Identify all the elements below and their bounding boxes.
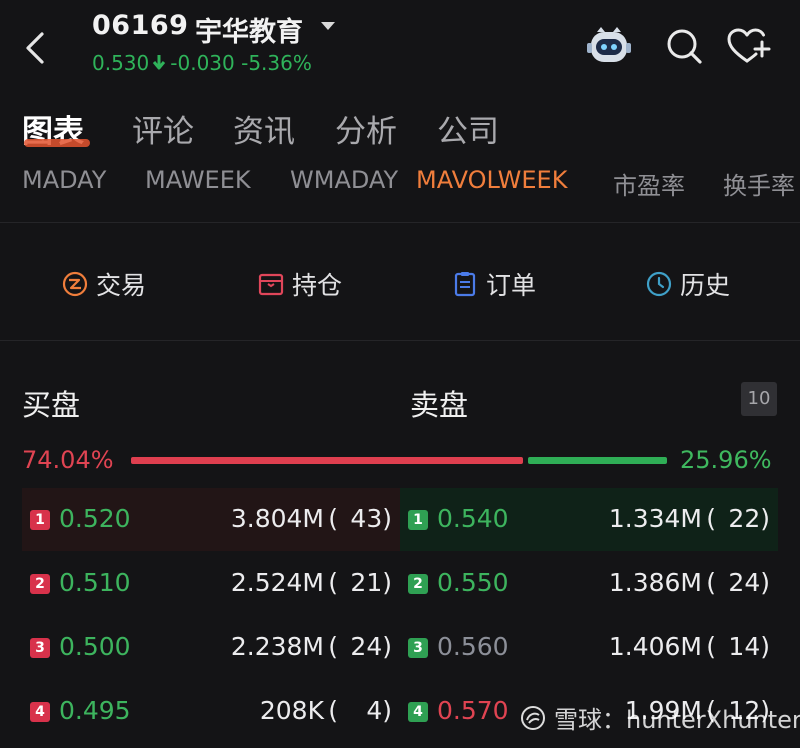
ask-level[interactable]: 3 0.560 1.406M ( 14) <box>400 616 778 679</box>
paren-open: ( <box>706 504 716 533</box>
ask-volume: 1.386M <box>608 568 702 597</box>
paren-open: ( <box>328 632 338 661</box>
ask-level-badge: 4 <box>408 702 428 722</box>
ask-ratio: 25.96% <box>680 446 772 474</box>
bid-count: 24) <box>350 632 392 661</box>
trade-button[interactable]: 交易 <box>62 266 146 302</box>
tab-analysis[interactable]: 分析 <box>335 106 397 151</box>
paren-open: ( <box>706 632 716 661</box>
indicator-tab-maweek[interactable]: MAWEEK <box>145 166 251 194</box>
bid-level-badge: 2 <box>30 574 50 594</box>
bid-price: 0.510 <box>59 568 131 597</box>
assistant-robot-icon[interactable] <box>585 26 633 66</box>
bid-level[interactable]: 2 0.510 2.524M ( 21) <box>22 552 400 615</box>
active-tab-indicator <box>24 139 90 147</box>
stock-switch-caret-icon[interactable] <box>321 22 335 30</box>
watermark: 雪球：hunterXhunter <box>520 700 800 735</box>
divider <box>0 340 800 341</box>
position-label: 持仓 <box>292 271 343 300</box>
bid-ratio: 74.04% <box>22 446 114 474</box>
order-book-row: 3 0.500 2.238M ( 24) 3 0.560 1.406M ( 14… <box>22 616 778 679</box>
down-arrow-icon <box>152 51 166 75</box>
paren-open: ( <box>328 504 338 533</box>
bid-volume: 2.238M <box>230 632 324 661</box>
last-price: 0.530 <box>92 51 150 75</box>
indicator-tab-turnover[interactable]: 换手率 <box>723 166 800 201</box>
ask-price: 0.570 <box>437 696 509 725</box>
search-icon[interactable] <box>664 26 704 66</box>
ask-level[interactable]: 1 0.540 1.334M ( 22) <box>400 488 778 551</box>
snowball-logo-icon <box>521 705 545 730</box>
paren-open: ( <box>328 568 338 597</box>
bid-level[interactable]: 1 0.520 3.804M ( 43) <box>22 488 400 551</box>
bid-title: 买盘 <box>22 388 81 422</box>
bid-price: 0.495 <box>59 696 131 725</box>
indicator-tab-mavolweek[interactable]: MAVOLWEEK <box>416 166 567 194</box>
paren-open: ( <box>328 696 338 725</box>
depth-selector[interactable]: 10 <box>741 382 777 416</box>
indicator-tab-maday[interactable]: MADAY <box>22 166 106 194</box>
bid-count: 43) <box>350 504 392 533</box>
bid-level-badge: 4 <box>30 702 50 722</box>
ask-volume: 1.406M <box>608 632 702 661</box>
ask-title: 卖盘 <box>410 388 469 422</box>
order-book-row: 1 0.520 3.804M ( 43) 1 0.540 1.334M ( 22… <box>22 488 778 551</box>
order-book-row: 2 0.510 2.524M ( 21) 2 0.550 1.386M ( 24… <box>22 552 778 615</box>
stock-code: 06169 <box>92 10 189 41</box>
ask-price: 0.550 <box>437 568 509 597</box>
bid-count: 4) <box>366 696 392 725</box>
ask-price: 0.560 <box>437 632 509 661</box>
paren-open: ( <box>706 568 716 597</box>
order-icon <box>454 272 476 297</box>
bid-level[interactable]: 4 0.495 208K ( 4) <box>22 680 400 743</box>
ask-level-badge: 3 <box>408 638 428 658</box>
history-icon <box>646 271 672 297</box>
ask-price: 0.540 <box>437 504 509 533</box>
divider <box>0 222 800 223</box>
bid-level[interactable]: 3 0.500 2.238M ( 24) <box>22 616 400 679</box>
bid-level-badge: 1 <box>30 510 50 530</box>
quote-line: 0.530 -0.030 -5.36% <box>92 51 312 75</box>
order-label: 订单 <box>486 271 537 300</box>
bid-volume: 2.524M <box>230 568 324 597</box>
trade-icon <box>62 271 88 297</box>
ask-level-badge: 2 <box>408 574 428 594</box>
bid-volume: 3.804M <box>230 504 324 533</box>
bid-level-badge: 3 <box>30 638 50 658</box>
indicator-tab-pe[interactable]: 市盈率 <box>613 166 685 201</box>
ask-level[interactable]: 2 0.550 1.386M ( 24) <box>400 552 778 615</box>
trade-label: 交易 <box>96 271 147 300</box>
ask-count: 24) <box>728 568 770 597</box>
bid-ratio-bar <box>131 457 523 464</box>
ask-count: 14) <box>728 632 770 661</box>
ask-level-badge: 1 <box>408 510 428 530</box>
history-button[interactable]: 历史 <box>646 266 730 302</box>
bid-count: 21) <box>350 568 392 597</box>
position-icon <box>258 273 284 296</box>
bid-price: 0.520 <box>59 504 131 533</box>
tab-news[interactable]: 资讯 <box>233 106 295 151</box>
bid-volume: 208K <box>259 696 324 725</box>
add-favorite-icon[interactable] <box>726 26 772 66</box>
price-change-pct: -5.36% <box>241 51 312 75</box>
stock-name[interactable]: 宇华教育 <box>195 10 303 49</box>
indicator-tab-wmaday[interactable]: WMADAY <box>290 166 402 194</box>
ask-count: 22) <box>728 504 770 533</box>
ask-ratio-bar <box>528 457 667 464</box>
watermark-text: 雪球：hunterXhunter <box>554 706 800 734</box>
tab-company[interactable]: 公司 <box>437 106 499 151</box>
tab-comments[interactable]: 评论 <box>132 106 194 151</box>
bid-price: 0.500 <box>59 632 131 661</box>
position-button[interactable]: 持仓 <box>258 266 342 302</box>
history-label: 历史 <box>680 271 731 300</box>
order-button[interactable]: 订单 <box>452 266 536 302</box>
ask-volume: 1.334M <box>608 504 702 533</box>
back-arrow-icon[interactable] <box>18 28 54 68</box>
price-change: -0.030 <box>170 51 235 75</box>
